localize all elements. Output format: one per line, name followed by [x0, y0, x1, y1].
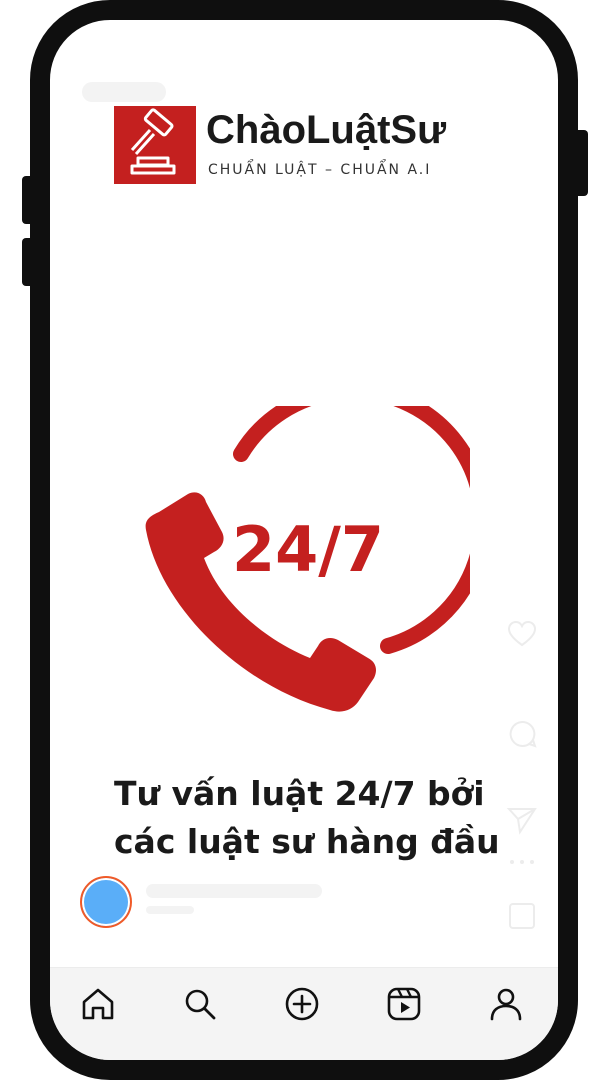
send-icon[interactable]	[506, 804, 538, 836]
avatar[interactable]	[80, 876, 132, 928]
brand-name: ChàoLuậtSư	[206, 108, 447, 152]
more-icon[interactable]	[506, 854, 538, 870]
reels-icon	[387, 987, 421, 1021]
search-tab[interactable]	[178, 982, 222, 1026]
headline: Tư vấn luật 24/7 bởi các luật sư hàng đầ…	[114, 770, 544, 866]
headline-line-2: các luật sư hàng đầu	[114, 822, 500, 861]
profile-tab[interactable]	[484, 982, 528, 1026]
home-tab[interactable]	[76, 982, 120, 1026]
heart-icon[interactable]	[506, 618, 538, 650]
phone-frame: ChàoLuậtSư CHUẨN LUẬT – CHUẨN A.I 24/7 T…	[30, 0, 578, 1080]
home-icon	[82, 988, 114, 1020]
search-icon	[185, 989, 216, 1020]
add-tab[interactable]	[280, 982, 324, 1026]
add-icon	[285, 987, 319, 1021]
brand-tagline: CHUẨN LUẬT – CHUẨN A.I	[208, 162, 432, 178]
hero-graphic: 24/7	[130, 382, 491, 726]
reels-tab[interactable]	[382, 982, 426, 1026]
status-placeholder	[82, 82, 166, 102]
hero-number: 24/7	[232, 513, 385, 586]
headline-line-1: Tư vấn luật 24/7 bởi	[114, 774, 485, 813]
canvas: ChàoLuậtSư CHUẨN LUẬT – CHUẨN A.I 24/7 T…	[0, 0, 614, 1080]
comment-icon[interactable]	[506, 718, 538, 750]
bottom-tab-bar	[50, 967, 558, 1060]
bookmark-icon[interactable]	[506, 900, 538, 932]
caption-subline-placeholder	[146, 906, 194, 914]
profile-icon	[490, 988, 522, 1021]
gavel-icon	[114, 106, 196, 184]
caption-placeholder	[146, 884, 322, 898]
